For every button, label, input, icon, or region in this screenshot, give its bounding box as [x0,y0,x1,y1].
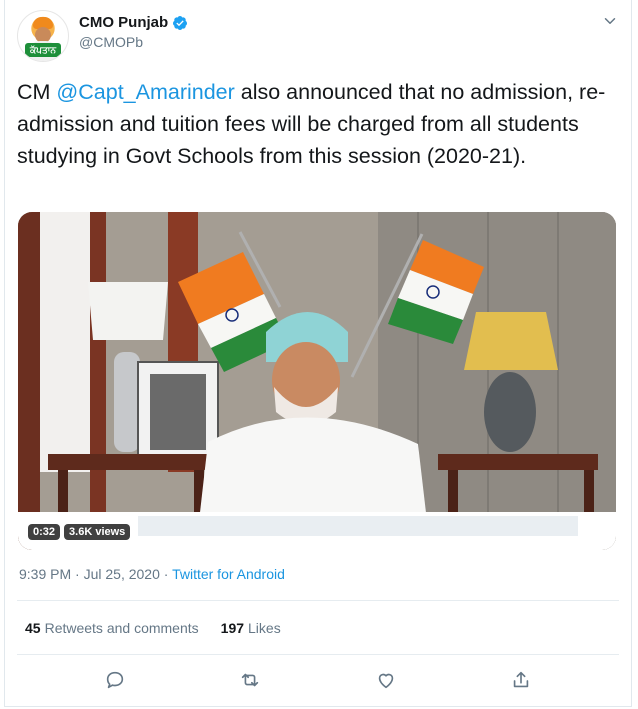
handle[interactable]: @CMOPb [79,34,188,50]
retweet-icon [242,673,259,687]
display-name[interactable]: CMO Punjab [79,14,168,31]
reply-icon [106,671,123,689]
like-icon [378,673,393,689]
tweet-text: CM @Capt_Amarinder also announced that n… [17,80,606,168]
avatar[interactable]: ਕੱਪਤਾਨ [17,10,69,62]
timestamp[interactable]: 9:39 PM · Jul 25, 2020 · [19,566,172,582]
account-names: CMO Punjab @CMOPb [79,14,188,50]
reply-button[interactable] [104,669,126,691]
video-thumbnail [18,212,616,550]
source-link[interactable]: Twitter for Android [172,566,285,582]
chevron-down-icon[interactable] [601,12,619,30]
tweet-stats: 45 Retweets and comments 197 Likes [25,620,281,636]
mention-link[interactable]: @Capt_Amarinder [56,80,234,104]
likes-stat[interactable]: 197 Likes [221,620,281,636]
video-duration: 0:32 [28,524,61,540]
divider [17,654,619,655]
share-button[interactable] [510,669,532,691]
like-button[interactable] [375,669,397,691]
retweets-stat[interactable]: 45 Retweets and comments [25,620,199,636]
tweet-meta: 9:39 PM · Jul 25, 2020 · Twitter for And… [19,566,285,582]
action-bar [5,667,631,693]
avatar-badge: ਕੱਪਤਾਨ [25,43,61,57]
video-info: 0:32 3.6K views [28,524,131,540]
share-icon [514,671,529,688]
video-player[interactable]: 0:32 3.6K views [18,212,616,550]
divider [17,600,619,601]
tweet-card: ਕੱਪਤਾਨ CMO Punjab @CMOPb CM @Capt_Amarin… [4,0,632,707]
video-views: 3.6K views [64,524,131,540]
verified-badge-icon [173,15,188,30]
retweet-button[interactable] [239,669,261,691]
tweet-header: ਕੱਪਤਾਨ CMO Punjab @CMOPb [17,10,619,62]
